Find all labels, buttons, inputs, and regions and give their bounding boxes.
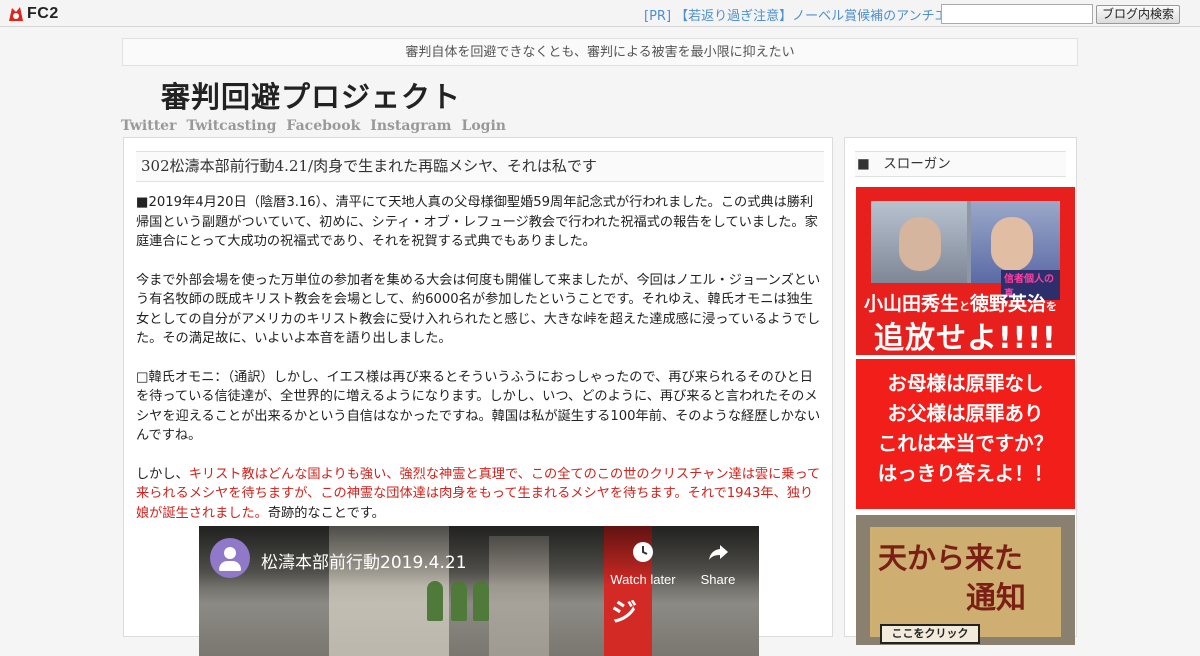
face-right — [991, 217, 1033, 271]
banner-line: お父様は原罪あり — [887, 402, 1044, 425]
pr-ad-link[interactable]: [PR] 【若返り過ぎ注意】ノーベル賞候補のアンチエイ — [644, 5, 961, 24]
banner-subheading: 通知 — [966, 581, 1026, 616]
banner-slogan: 追放せよ!!!! — [874, 321, 1057, 355]
highlighted-quote: キリスト教はどんな国よりも強い、強烈な神霊と真理で、この全てのこの世のクリスチャ… — [136, 466, 821, 521]
nav-twitter[interactable]: Twitter — [121, 118, 176, 134]
banner-line: これは本当ですか？ — [877, 432, 1054, 455]
sidebar: ■ スローガン 信者個人の真 小山田秀生と徳野英治を 追放せよ!!!! お母様は… — [844, 137, 1077, 645]
entry-paragraph: □韓氏オモニ：（通訳）しかし、イエス様は再び来るとそういうふうにおっしゃったので… — [136, 369, 821, 444]
slogan-banner-original-sin[interactable]: お母様は原罪なし お父様は原罪あり これは本当ですか？ はっきり答えよ！！ — [856, 359, 1075, 509]
nav-facebook[interactable]: Facebook — [286, 118, 360, 134]
blog-search-input[interactable] — [941, 4, 1093, 24]
banner-names: 小山田秀生と徳野英治を — [864, 289, 1057, 316]
share-label: Share — [700, 572, 736, 587]
entry-body: ■2019年4月20日（陰暦3.16）、清平にて天地人真の父母様御聖婚59周年記… — [136, 193, 824, 542]
video-tree — [427, 581, 443, 621]
fc2-logo-text: FC2 — [27, 5, 59, 22]
paragraph-tail: 奇跡的なことです。 — [267, 505, 385, 521]
blog-search-button[interactable]: ブログ内検索 — [1096, 5, 1180, 24]
video-tree — [473, 581, 489, 621]
name-oyamada: 小山田秀生 — [864, 293, 960, 315]
slogan-banner-heaven-notice[interactable]: 天から来た 通知 ここをクリック — [856, 515, 1075, 645]
banner-line: はっきり答えよ！！ — [877, 462, 1054, 485]
nav-twitcasting[interactable]: Twitcasting — [186, 118, 276, 134]
slogan-banner-expel[interactable]: 信者個人の真 小山田秀生と徳野英治を 追放せよ!!!! — [856, 187, 1075, 355]
share-button[interactable]: Share — [678, 540, 758, 587]
channel-avatar[interactable] — [210, 538, 250, 578]
face-left — [899, 217, 941, 271]
avatar-body — [219, 561, 241, 571]
youtube-embed[interactable]: ジ 松濤本部前行動2019.4.21 Watch later Share — [199, 526, 759, 656]
name-tokuno: 徳野英治 — [970, 293, 1047, 315]
banner-paper: 天から来た 通知 ここをクリック — [870, 527, 1061, 644]
particle-wo: を — [1046, 300, 1058, 313]
video-tree — [451, 581, 467, 621]
video-title[interactable]: 松濤本部前行動2019.4.21 — [261, 548, 467, 573]
entry-paragraph: しかし、キリスト教はどんな国よりも強い、強烈な神霊と真理で、この全てのこの世のク… — [136, 465, 824, 524]
banner-heading: 天から来た — [878, 541, 1024, 575]
share-arrow-icon — [678, 540, 758, 564]
particle-to: と — [959, 300, 971, 313]
clock-icon — [603, 540, 683, 564]
video-flag-text: ジ — [611, 598, 638, 628]
paragraph-lead: しかし、 — [136, 466, 189, 482]
fc2-logo-icon — [9, 7, 23, 21]
nav-login[interactable]: Login — [461, 118, 505, 134]
fc2-toolbar: FC2 [PR] 【若返り過ぎ注意】ノーベル賞候補のアンチエイ ブログ内検索 — [0, 0, 1200, 27]
entry-paragraph: ■2019年4月20日（陰暦3.16）、清平にて天地人真の父母様御聖婚59周年記… — [136, 195, 818, 249]
banner-line: お母様は原罪なし — [887, 372, 1044, 395]
entry-title[interactable]: 302松濤本部前行動4.21/肉身で生まれた再臨メシヤ、それは私です — [136, 151, 824, 182]
banner-photo: 信者個人の真 — [871, 201, 1060, 300]
entry-paragraph: 今まで外部会場を使った万単位の参加者を集める大会は何度も開催して来ましたが、今回… — [136, 272, 821, 347]
watch-later-button[interactable]: Watch later — [603, 540, 683, 587]
sidebar-heading: ■ スローガン — [855, 151, 1066, 177]
avatar-head — [224, 547, 236, 559]
watch-later-label: Watch later — [610, 572, 676, 587]
main-content: 302松濤本部前行動4.21/肉身で生まれた再臨メシヤ、それは私です ■2019… — [123, 137, 833, 656]
banner-click-strip: ここをクリック — [880, 624, 980, 644]
blog-description: 審判自体を回避できなくとも、審判による被害を最小限に抑えたい — [122, 38, 1078, 66]
fc2-logo[interactable]: FC2 — [7, 4, 59, 24]
nav-instagram[interactable]: Instagram — [370, 118, 451, 134]
blog-nav: Twitter Twitcasting Facebook Instagram L… — [121, 118, 506, 134]
blog-title[interactable]: 審判回避プロジェクト — [161, 74, 461, 116]
